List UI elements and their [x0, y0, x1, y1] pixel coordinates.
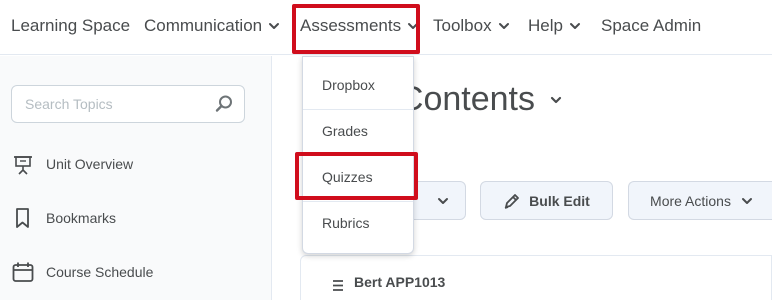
menu-item-label: Rubrics	[322, 215, 370, 231]
menu-item-rubrics[interactable]: Rubrics	[303, 200, 413, 246]
nav-help-label: Help	[528, 16, 563, 35]
more-actions-button[interactable]: More Actions	[628, 181, 772, 220]
bulk-edit-label: Bulk Edit	[529, 192, 590, 209]
unit-title: Bert APP1013	[354, 274, 446, 290]
nav-communication[interactable]: Communication	[144, 16, 280, 36]
menu-item-grades[interactable]: Grades	[303, 108, 413, 154]
presentation-icon	[12, 153, 34, 175]
bulk-edit-button[interactable]: Bulk Edit	[480, 181, 613, 220]
unit-row[interactable]: Bert APP1013	[300, 255, 772, 300]
sidebar-item-label: Course Schedule	[46, 264, 154, 280]
calendar-icon	[12, 261, 34, 283]
bookmark-icon	[12, 207, 34, 229]
search-topics-input[interactable]	[12, 86, 202, 122]
nav-learning-space-label: Learning Space	[11, 16, 131, 35]
sidebar-item-label: Unit Overview	[46, 156, 134, 172]
menu-item-label: Dropbox	[322, 77, 375, 93]
drag-handle-icon[interactable]	[333, 278, 343, 296]
nav-help[interactable]: Help	[528, 16, 581, 36]
more-actions-label: More Actions	[650, 192, 731, 209]
search-box	[11, 85, 245, 123]
sidebar-item-course-schedule[interactable]: Course Schedule	[12, 261, 153, 283]
nav-toolbox-label: Toolbox	[433, 16, 492, 35]
nav-communication-label: Communication	[144, 16, 263, 35]
quizzes-highlight-box	[295, 152, 418, 200]
pencil-icon	[503, 192, 521, 210]
nav-learning-space[interactable]: Learning Space	[11, 16, 130, 36]
chevron-down-icon	[569, 20, 581, 32]
sidebar: Unit Overview Bookmarks Course Schedule	[0, 56, 272, 300]
sidebar-item-label: Bookmarks	[46, 210, 117, 226]
sidebar-item-bookmarks[interactable]: Bookmarks	[12, 207, 116, 229]
nav-toolbox[interactable]: Toolbox	[433, 16, 510, 36]
sidebar-item-unit-overview[interactable]: Unit Overview	[12, 153, 133, 175]
chevron-down-icon	[549, 93, 563, 107]
menu-item-label: Grades	[322, 123, 368, 139]
nav-space-admin[interactable]: Space Admin	[601, 16, 701, 36]
chevron-down-icon	[741, 195, 753, 207]
search-icon[interactable]	[214, 94, 234, 119]
nav-space-admin-label: Space Admin	[601, 16, 702, 35]
menu-item-dropbox[interactable]: Dropbox	[303, 62, 413, 108]
chevron-down-icon	[498, 20, 510, 32]
chevron-down-icon	[437, 195, 449, 207]
chevron-down-icon	[268, 20, 280, 32]
assessments-highlight-box	[292, 4, 420, 54]
